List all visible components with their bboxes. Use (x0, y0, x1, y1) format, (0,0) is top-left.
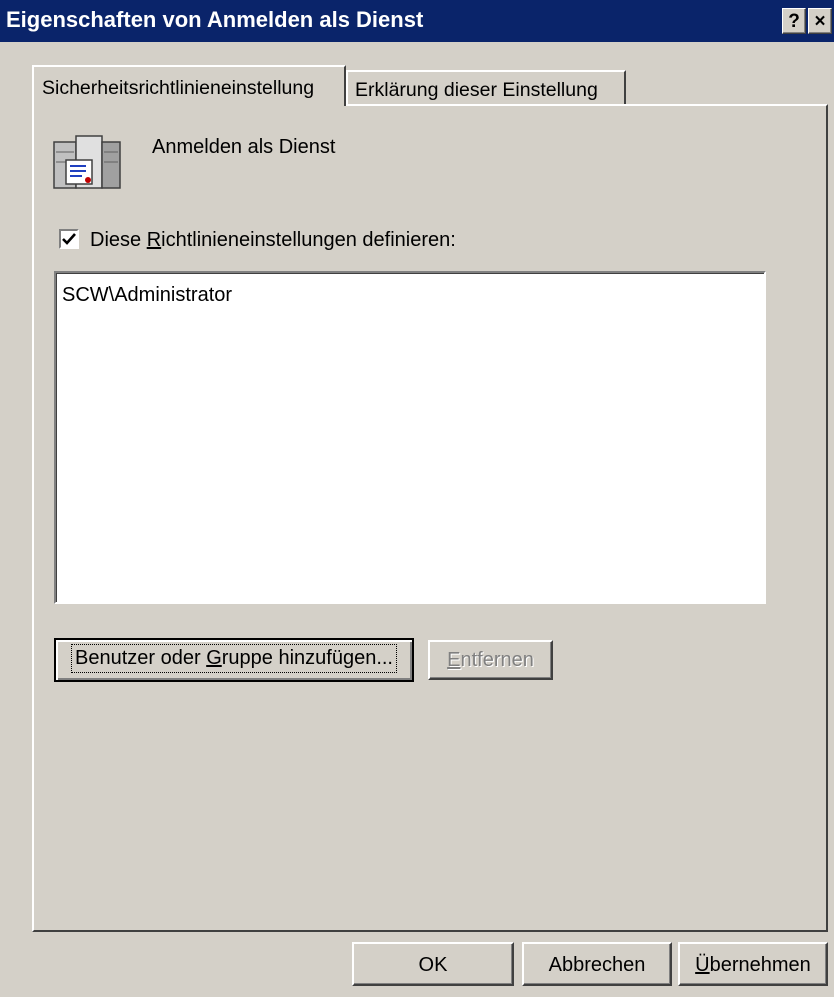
apply-button[interactable]: Übernehmen (678, 942, 828, 986)
define-policy-checkbox[interactable] (59, 229, 79, 249)
list-item[interactable]: SCW\Administrator (62, 284, 232, 307)
add-user-or-group-button[interactable]: Benutzer oder Gruppe hinzufügen... (54, 638, 414, 682)
window-title: Eigenschaften von Anmelden als Dienst (6, 7, 424, 32)
ok-button[interactable]: OK (352, 942, 514, 986)
server-policy-icon (53, 135, 121, 189)
check-mark-icon (62, 233, 76, 245)
tab-explain-setting[interactable]: Erklärung dieser Einstellung (346, 70, 626, 104)
cancel-button[interactable]: Abbrechen (522, 942, 672, 986)
define-policy-label[interactable]: Diese Richtlinieneinstellungen definiere… (90, 229, 456, 252)
remove-button[interactable]: Entfernen (428, 640, 553, 680)
tab-security-policy-setting[interactable]: Sicherheitsrichtlinieneinstellung (32, 65, 346, 106)
help-button[interactable]: ? (782, 8, 806, 34)
title-bar[interactable]: Eigenschaften von Anmelden als Dienst ? … (0, 0, 834, 42)
close-button[interactable]: × (808, 8, 832, 34)
policy-name: Anmelden als Dienst (152, 136, 336, 158)
members-listbox[interactable]: SCW\Administrator (54, 271, 766, 604)
